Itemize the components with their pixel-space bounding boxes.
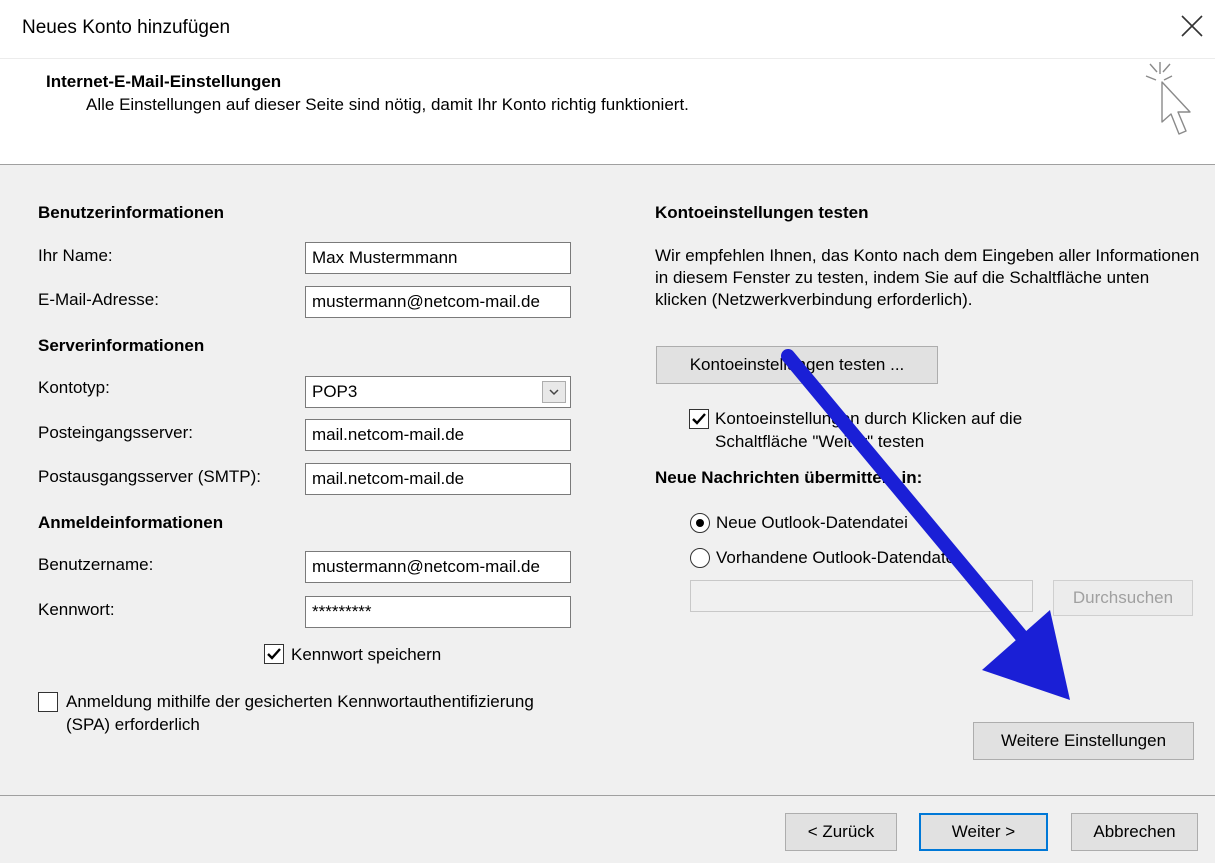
password-label: Kennwort: [38, 600, 115, 619]
name-label: Ihr Name: [38, 246, 113, 265]
email-label: E-Mail-Adresse: [38, 290, 159, 309]
account-type-label: Kontotyp: [38, 378, 110, 397]
outgoing-server-label: Postausgangsserver (SMTP): [38, 467, 261, 486]
spa-label-line2: (SPA) erforderlich [66, 715, 200, 734]
close-icon[interactable] [1168, 6, 1212, 50]
window-title: Neues Konto hinzufügen [22, 17, 231, 38]
page-title: Internet-E-Mail-Einstellungen [46, 72, 282, 91]
name-field[interactable]: Max Mustermmann [305, 242, 571, 274]
save-password-label: Kennwort speichern [291, 645, 442, 664]
account-type-select[interactable]: POP3 [305, 376, 571, 408]
back-button[interactable]: < Zurück [785, 813, 897, 851]
incoming-server-field[interactable]: mail.netcom-mail.de [305, 419, 571, 451]
incoming-server-label: Posteingangsserver: [38, 423, 193, 442]
account-type-value: POP3 [312, 382, 358, 401]
spa-label-line1: Anmeldung mithilfe der gesicherten Kennw… [66, 692, 534, 711]
outgoing-server-field[interactable]: mail.netcom-mail.de [305, 463, 571, 495]
test-heading: Kontoeinstellungen testen [655, 203, 869, 222]
save-password-checkbox[interactable] [264, 644, 284, 664]
annotation-arrow-icon [781, 349, 1070, 700]
server-info-heading: Serverinformationen [38, 336, 205, 355]
next-button[interactable]: Weiter > [919, 813, 1048, 851]
new-datafile-radio[interactable] [690, 513, 710, 533]
existing-datafile-radio[interactable] [690, 548, 710, 568]
more-settings-button[interactable]: Weitere Einstellungen [973, 722, 1194, 760]
cancel-button[interactable]: Abbrechen [1071, 813, 1198, 851]
email-field[interactable]: mustermann@netcom-mail.de [305, 286, 571, 318]
footer-divider [0, 795, 1215, 796]
login-info-heading: Anmeldeinformationen [38, 513, 224, 532]
page-subtitle: Alle Einstellungen auf dieser Seite sind… [86, 95, 689, 114]
spa-checkbox[interactable] [38, 692, 58, 712]
username-label: Benutzername: [38, 555, 154, 574]
username-field[interactable]: mustermann@netcom-mail.de [305, 551, 571, 583]
auto-test-checkbox[interactable] [689, 409, 709, 429]
cursor-sparkle-icon [1138, 56, 1208, 152]
chevron-down-icon[interactable] [542, 381, 566, 403]
test-description: Wir empfehlen Ihnen, das Konto nach dem … [655, 246, 1200, 309]
user-info-heading: Benutzerinformationen [38, 203, 225, 222]
password-field[interactable]: ********* [305, 596, 571, 628]
